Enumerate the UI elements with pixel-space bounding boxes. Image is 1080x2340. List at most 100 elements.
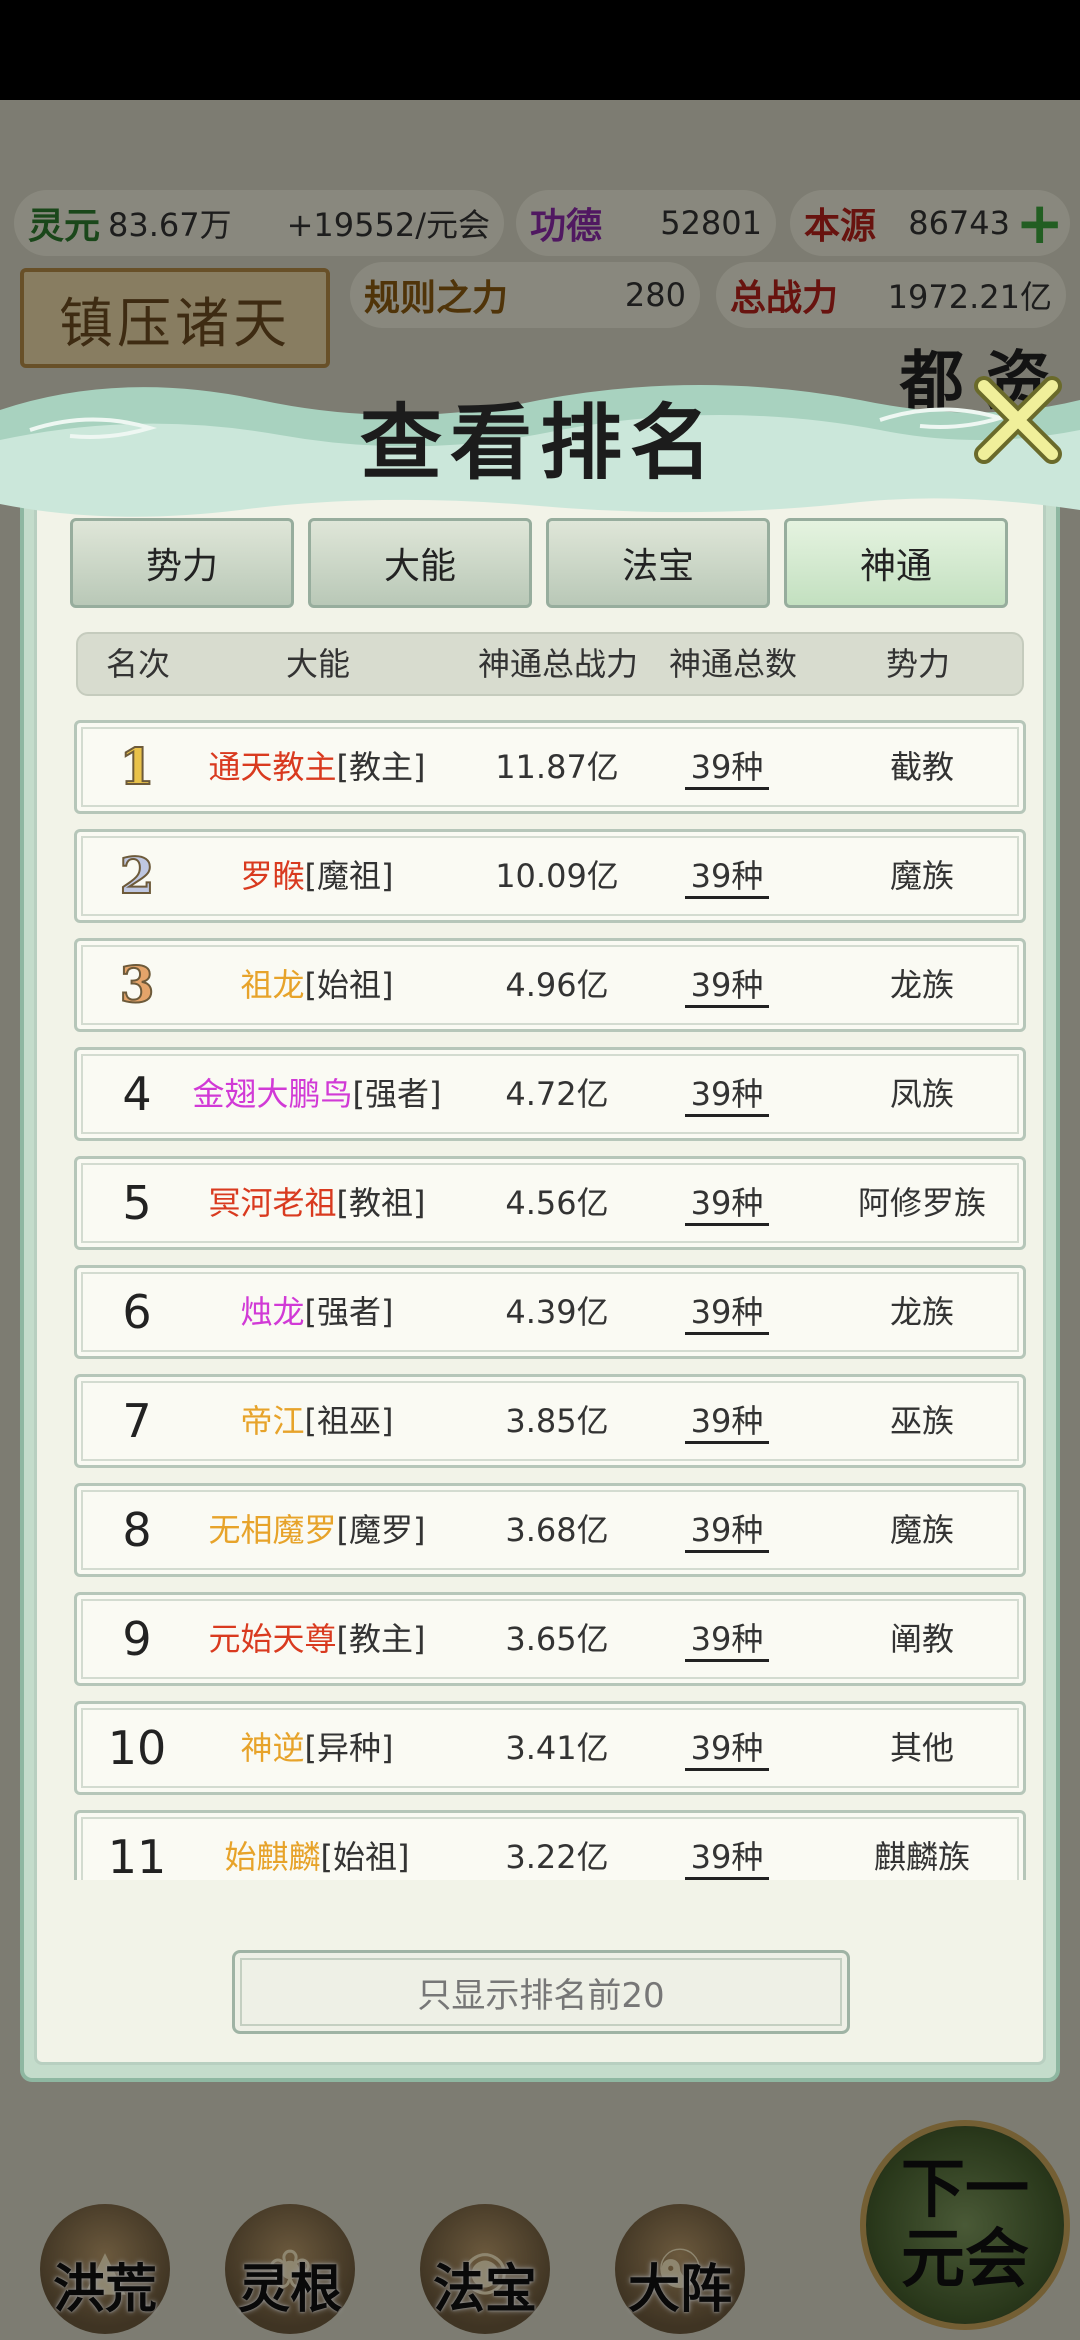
great-power-name[interactable]: 始麒麟[始祖]	[187, 1813, 447, 1880]
name-text: 烛龙	[240, 1293, 305, 1331]
status-bar	[0, 0, 1080, 100]
name-title: [教主]	[336, 1620, 426, 1658]
great-power-name[interactable]: 帝江[祖巫]	[187, 1377, 447, 1465]
faction-name: 巫族	[889, 1402, 954, 1440]
name-title: [教主]	[336, 748, 426, 786]
rank-number: 10	[107, 1721, 167, 1775]
name-text: 帝江	[240, 1402, 305, 1440]
table-row: 4 金翅大鹏鸟[强者] 4.72亿 39种 凤族	[74, 1047, 1026, 1141]
great-power-name[interactable]: 罗睺[魔祖]	[187, 832, 447, 920]
great-power-name[interactable]: 通天教主[教主]	[187, 723, 447, 811]
name-text: 通天教主	[208, 748, 337, 786]
name-title: [强者]	[352, 1075, 442, 1113]
tab-divine-ability[interactable]: 神通	[784, 518, 1008, 608]
ability-count-link[interactable]: 39种	[667, 1486, 787, 1574]
table-row: 8 无相魔罗[魔罗] 3.68亿 39种 魔族	[74, 1483, 1026, 1577]
ability-count-link[interactable]: 39种	[667, 1159, 787, 1247]
great-power-name[interactable]: 无相魔罗[魔罗]	[187, 1486, 447, 1574]
name-text: 无相魔罗	[208, 1511, 337, 1549]
ability-count-link[interactable]: 39种	[667, 1813, 787, 1880]
great-power-name[interactable]: 金翅大鹏鸟[强者]	[187, 1050, 447, 1138]
ability-count-link[interactable]: 39种	[667, 832, 787, 920]
column-header-faction: 势力	[885, 645, 950, 683]
faction-name: 麒麟族	[873, 1838, 970, 1876]
great-power-name[interactable]: 元始天尊[教主]	[187, 1595, 447, 1683]
tab-faction[interactable]: 势力	[70, 518, 294, 608]
table-row: 7 帝江[祖巫] 3.85亿 39种 巫族	[74, 1374, 1026, 1468]
rank-medal-silver: 2	[119, 845, 156, 906]
total-power: 3.68亿	[505, 1511, 609, 1549]
name-text: 金翅大鹏鸟	[192, 1075, 353, 1113]
ability-count-link[interactable]: 39种	[667, 723, 787, 811]
faction-name: 魔族	[889, 1511, 954, 1549]
faction-name: 阿修罗族	[857, 1184, 986, 1222]
table-row: 1 通天教主[教主] 11.87亿 39种 截教	[74, 720, 1026, 814]
name-text: 元始天尊	[208, 1620, 337, 1658]
total-power: 3.41亿	[505, 1729, 609, 1767]
name-title: [魔祖]	[304, 857, 394, 895]
total-power: 4.56亿	[505, 1184, 609, 1222]
rank-number: 11	[107, 1830, 167, 1880]
table-row: 5 冥河老祖[教祖] 4.56亿 39种 阿修罗族	[74, 1156, 1026, 1250]
name-title: [始祖]	[304, 966, 394, 1004]
total-power: 4.96亿	[505, 966, 609, 1004]
modal-title: 查看排名	[359, 395, 720, 491]
rank-number: 6	[122, 1285, 152, 1339]
total-power: 4.72亿	[505, 1075, 609, 1113]
table-row: 3 祖龙[始祖] 4.96亿 39种 龙族	[74, 938, 1026, 1032]
close-icon	[974, 376, 1062, 464]
name-title: [始祖]	[320, 1838, 410, 1876]
great-power-name[interactable]: 神逆[异种]	[187, 1704, 447, 1792]
modal-header: 查看排名	[0, 370, 1080, 520]
name-title: [教祖]	[336, 1184, 426, 1222]
name-text: 冥河老祖	[208, 1184, 337, 1222]
rank-number: 8	[122, 1503, 152, 1557]
column-header-power: 神通总战力	[477, 645, 638, 683]
faction-name: 凤族	[889, 1075, 954, 1113]
rank-medal-bronze: 3	[119, 954, 156, 1015]
column-header-count: 神通总数	[668, 645, 797, 683]
ability-count-link[interactable]: 39种	[667, 1050, 787, 1138]
ability-count-link[interactable]: 39种	[667, 1268, 787, 1356]
table-header: 名次 大能 神通总战力 神通总数 势力	[76, 632, 1024, 696]
great-power-name[interactable]: 烛龙[强者]	[187, 1268, 447, 1356]
faction-name: 魔族	[889, 857, 954, 895]
tab-great-power[interactable]: 大能	[308, 518, 532, 608]
table-row: 6 烛龙[强者] 4.39亿 39种 龙族	[74, 1265, 1026, 1359]
ability-count-link[interactable]: 39种	[667, 1704, 787, 1792]
total-power: 3.85亿	[505, 1402, 609, 1440]
show-top-20-button[interactable]: 只显示排名前20	[232, 1950, 850, 2034]
rank-number: 5	[122, 1176, 152, 1230]
total-power: 10.09亿	[495, 857, 619, 895]
total-power: 11.87亿	[495, 748, 619, 786]
faction-name: 龙族	[889, 1293, 954, 1331]
name-title: [异种]	[304, 1729, 394, 1767]
table-row: 9 元始天尊[教主] 3.65亿 39种 阐教	[74, 1592, 1026, 1686]
table-row: 2 罗睺[魔祖] 10.09亿 39种 魔族	[74, 829, 1026, 923]
great-power-name[interactable]: 祖龙[始祖]	[187, 941, 447, 1029]
close-button[interactable]	[970, 372, 1080, 482]
name-title: [祖巫]	[304, 1402, 394, 1440]
name-title: [魔罗]	[336, 1511, 426, 1549]
column-header-rank: 名次	[105, 645, 170, 683]
great-power-name[interactable]: 冥河老祖[教祖]	[187, 1159, 447, 1247]
name-title: [强者]	[304, 1293, 394, 1331]
total-power: 3.65亿	[505, 1620, 609, 1658]
ranking-modal: 查看排名 势力 大能 法宝 神通 名次 大能 神通总战力 神通总数 势力 1 通…	[0, 370, 1080, 2082]
tab-treasure[interactable]: 法宝	[546, 518, 770, 608]
faction-name: 阐教	[889, 1620, 954, 1658]
rank-number: 4	[122, 1067, 152, 1121]
faction-name: 截教	[889, 748, 954, 786]
total-power: 4.39亿	[505, 1293, 609, 1331]
ability-count-link[interactable]: 39种	[667, 941, 787, 1029]
table-row: 11 始麒麟[始祖] 3.22亿 39种 麒麟族	[74, 1810, 1026, 1880]
name-text: 始麒麟	[224, 1838, 321, 1876]
name-text: 神逆	[240, 1729, 305, 1767]
name-text: 祖龙	[240, 966, 305, 1004]
ability-count-link[interactable]: 39种	[667, 1595, 787, 1683]
ranking-tabs: 势力 大能 法宝 神通	[70, 518, 1030, 608]
ability-count-link[interactable]: 39种	[667, 1377, 787, 1465]
column-header-name: 大能	[285, 645, 350, 683]
name-text: 罗睺	[240, 857, 305, 895]
ranking-list: 1 通天教主[教主] 11.87亿 39种 截教 2 罗睺[魔祖] 10.09亿…	[74, 720, 1026, 1880]
